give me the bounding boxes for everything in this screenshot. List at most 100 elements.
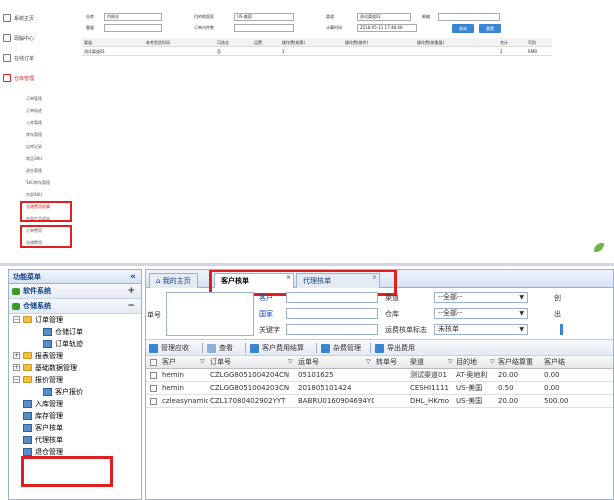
view-button[interactable]: 查看 <box>207 342 233 354</box>
col-header[interactable]: 转单号 <box>376 356 406 368</box>
postcode-input[interactable] <box>438 13 500 21</box>
col-header[interactable]: 渠道 <box>410 356 450 368</box>
col-header[interactable]: 运单号 <box>298 356 368 368</box>
expand-icon[interactable]: + <box>127 284 135 299</box>
cell-waybill: 05101625 <box>298 371 334 379</box>
view-icon <box>207 344 216 353</box>
misc-fee-button[interactable]: 杂费管理 <box>321 342 361 354</box>
cut-label: 出 <box>554 310 561 318</box>
top-sub-item[interactable]: 订单管理 <box>26 96 42 102</box>
tree-item-inventory[interactable]: 库存管理 <box>9 410 141 422</box>
col-header[interactable]: 客户 <box>162 356 202 368</box>
top-sub-item[interactable]: 入库管理 <box>26 120 42 126</box>
reset-button[interactable]: 重置 <box>479 24 501 33</box>
top-sub-item[interactable]: 商品SKU <box>26 156 42 162</box>
sort-icon[interactable]: ▽ <box>366 356 371 368</box>
fee-flag-select[interactable]: 未核单 ▼ <box>434 324 528 335</box>
cell-waybill: BABRU0160904694YQ <box>298 397 374 405</box>
top-sub-item[interactable]: 外部SKU <box>26 192 42 198</box>
cut-button-edge[interactable] <box>560 324 563 335</box>
tree-item-order-tracking[interactable]: 订单轨迹 <box>9 338 141 350</box>
select-all-checkbox[interactable] <box>150 359 157 366</box>
tree-item-quote-management[interactable]: − 报价管理 <box>9 374 141 386</box>
collapse-icon[interactable]: − <box>13 316 20 323</box>
sort-icon[interactable]: ▽ <box>490 356 495 368</box>
section-warehouse[interactable]: 仓储系统 − <box>9 299 141 314</box>
page-icon <box>23 424 32 432</box>
top-nav-warehouse[interactable]: 仓库管理 <box>3 71 34 85</box>
home-icon <box>3 14 11 22</box>
channel-label: 渠道 <box>326 14 334 19</box>
manage-fee-button[interactable]: 管理应收 <box>149 342 189 354</box>
table-row[interactable]: hemin CZLGG8051004203CN 201805101424 CES… <box>146 382 613 395</box>
warehouse-select[interactable]: --全部-- ▼ <box>434 308 528 319</box>
tree-item-basic-data[interactable]: + 基础数据管理 <box>9 362 141 374</box>
col-header[interactable]: 订单号 <box>210 356 290 368</box>
collapse-section-icon[interactable]: − <box>127 299 135 314</box>
channel-select[interactable]: 测试渠道01 <box>357 13 411 21</box>
export-fee-button[interactable]: 导出费用 <box>375 342 415 354</box>
collapse-icon[interactable]: « <box>130 270 136 284</box>
row-checkbox[interactable] <box>150 372 157 379</box>
customer-input[interactable] <box>286 292 378 303</box>
order-no-textarea[interactable] <box>166 292 254 336</box>
top-sub-item[interactable]: 订单轨迹 <box>26 108 42 114</box>
dropdown-arrow-icon: ▼ <box>519 294 524 301</box>
module-icon <box>12 288 20 295</box>
channel-select[interactable]: --全部-- ▼ <box>434 292 528 303</box>
cell-settle-amount: 0.00 <box>544 384 560 392</box>
customer-label: 客户 <box>259 294 273 302</box>
top-nav-center[interactable]: 頭脳中心 <box>3 31 34 45</box>
tree-item-inbound[interactable]: 入库管理 <box>9 398 141 410</box>
cell-settle-weight: 0.50 <box>498 384 514 392</box>
toolbar: 管理应收 查看 客户费用结算 杂费管理 导出费用 <box>146 340 613 356</box>
tree-item-customer-quote[interactable]: 客户报价 <box>9 386 141 398</box>
table-row[interactable]: czleasynamic CZL17080402902YYT BABRU0160… <box>146 395 613 408</box>
weight-input[interactable] <box>104 24 162 32</box>
dest-select[interactable]: US-美国 <box>234 13 294 21</box>
cut-label: 创 <box>554 294 561 302</box>
warehouse-label: 仓库 <box>385 310 399 318</box>
bottom-screenshot: 功能菜单 « 软件系统 + 仓储系统 − − 订单管理 仓储订单 订单轨迹 + 报表… <box>0 263 614 500</box>
row-checkbox[interactable] <box>150 398 157 405</box>
tree-item-agent-check[interactable]: 代理核单 <box>9 434 141 446</box>
sort-icon[interactable]: ▽ <box>200 356 205 368</box>
top-grid-row[interactable]: 测试渠道01 否 2 2 RMB <box>82 47 552 56</box>
col-header[interactable]: 客户结 <box>544 356 584 368</box>
top-sub-item[interactable]: 退仓管理 <box>26 168 42 174</box>
top-sub-item[interactable]: 库存管理 <box>26 132 42 138</box>
order-count-input[interactable] <box>234 24 294 32</box>
top-nav-home[interactable]: 系统主页 <box>3 11 34 25</box>
col-header: 可选仓 <box>217 40 229 45</box>
top-sub-item[interactable]: 出库记录 <box>26 144 42 150</box>
tab-home[interactable]: ⌂ 我的主页 <box>149 273 198 288</box>
sort-icon[interactable]: ▽ <box>448 356 453 368</box>
col-header: 操作费(按件) <box>345 40 369 45</box>
expand-icon[interactable]: + <box>13 352 20 359</box>
section-software[interactable]: 软件系统 + <box>9 284 141 299</box>
warehouse-select[interactable]: 约格仓 <box>104 13 162 21</box>
search-form: 单号 客户 国家 关键字 渠道 --全部-- ▼ 仓库 --全部-- ▼ 运费核单标… <box>146 288 613 340</box>
expand-icon[interactable]: + <box>13 364 20 371</box>
table-row[interactable]: hemin CZLGG8051004204CN 05101625 测试渠道01 … <box>146 369 613 382</box>
country-input[interactable] <box>286 308 378 319</box>
tree-item-reports[interactable]: + 报表管理 <box>9 350 141 362</box>
row-checkbox[interactable] <box>150 385 157 392</box>
top-sub-item[interactable]: SKU库存管理 <box>26 180 50 186</box>
keyword-input[interactable] <box>286 324 378 335</box>
customer-settle-button[interactable]: 客户费用结算 <box>250 342 304 354</box>
tree-item-warehouse-orders[interactable]: 仓储订单 <box>9 326 141 338</box>
query-button[interactable]: 查询 <box>452 24 474 33</box>
top-nav-online-orders[interactable]: 在线订单 <box>3 51 34 65</box>
col-header[interactable]: 客户结算重 <box>498 356 544 368</box>
cell-settle-weight: 20.00 <box>498 397 519 405</box>
calc-time-input[interactable]: 2018-05-11 17:48:48 <box>357 24 417 32</box>
col-header[interactable]: 目的地 <box>456 356 492 368</box>
sort-icon[interactable]: ▽ <box>288 356 293 368</box>
tree-item-order-management[interactable]: − 订单管理 <box>9 314 141 326</box>
collapse-icon[interactable]: − <box>13 376 20 383</box>
cell-settle-amount: 500.00 <box>544 397 569 405</box>
order-grid: 客户 ▽ 订单号 ▽ 运单号 ▽ 转单号 渠道 ▽ 目的地 ▽ 客户结算重 客户… <box>146 356 613 408</box>
tree-item-customer-check[interactable]: 客户核单 <box>9 422 141 434</box>
menu-tree: − 订单管理 仓储订单 订单轨迹 + 报表管理 + 基础数据管理 − 报价管理 客户报价… <box>9 314 141 458</box>
